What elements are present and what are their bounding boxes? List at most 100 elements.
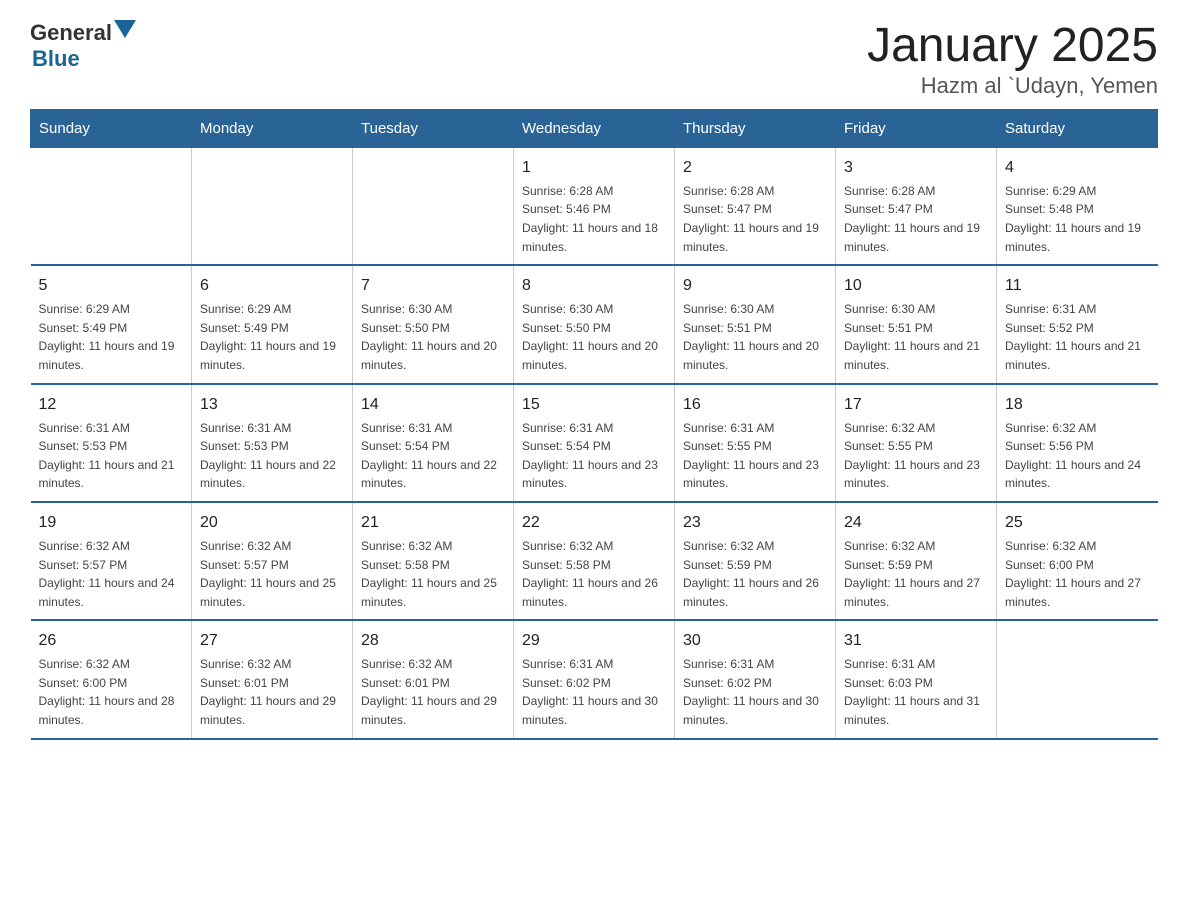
header-day-friday: Friday <box>836 109 997 147</box>
logo: General Blue <box>30 20 136 72</box>
day-info: Sunrise: 6:28 AM Sunset: 5:47 PM Dayligh… <box>844 182 988 256</box>
calendar-cell: 20Sunrise: 6:32 AM Sunset: 5:57 PM Dayli… <box>192 502 353 620</box>
day-info: Sunrise: 6:31 AM Sunset: 6:02 PM Dayligh… <box>522 655 666 729</box>
day-number: 18 <box>1005 393 1150 417</box>
calendar-cell: 15Sunrise: 6:31 AM Sunset: 5:54 PM Dayli… <box>514 384 675 502</box>
title-block: January 2025 Hazm al `Udayn, Yemen <box>867 20 1158 99</box>
calendar-cell: 2Sunrise: 6:28 AM Sunset: 5:47 PM Daylig… <box>675 147 836 265</box>
day-info: Sunrise: 6:32 AM Sunset: 6:00 PM Dayligh… <box>39 655 184 729</box>
calendar-cell: 5Sunrise: 6:29 AM Sunset: 5:49 PM Daylig… <box>31 265 192 383</box>
calendar-subtitle: Hazm al `Udayn, Yemen <box>867 73 1158 99</box>
day-info: Sunrise: 6:32 AM Sunset: 5:57 PM Dayligh… <box>39 537 184 611</box>
day-number: 12 <box>39 393 184 417</box>
day-number: 22 <box>522 511 666 535</box>
calendar-cell: 25Sunrise: 6:32 AM Sunset: 6:00 PM Dayli… <box>997 502 1158 620</box>
day-info: Sunrise: 6:31 AM Sunset: 6:03 PM Dayligh… <box>844 655 988 729</box>
header-day-wednesday: Wednesday <box>514 109 675 147</box>
day-info: Sunrise: 6:30 AM Sunset: 5:51 PM Dayligh… <box>844 300 988 374</box>
calendar-week-row: 26Sunrise: 6:32 AM Sunset: 6:00 PM Dayli… <box>31 620 1158 738</box>
day-number: 4 <box>1005 156 1150 180</box>
calendar-cell: 3Sunrise: 6:28 AM Sunset: 5:47 PM Daylig… <box>836 147 997 265</box>
day-number: 15 <box>522 393 666 417</box>
day-info: Sunrise: 6:31 AM Sunset: 6:02 PM Dayligh… <box>683 655 827 729</box>
calendar-cell: 19Sunrise: 6:32 AM Sunset: 5:57 PM Dayli… <box>31 502 192 620</box>
day-info: Sunrise: 6:30 AM Sunset: 5:50 PM Dayligh… <box>361 300 505 374</box>
day-number: 9 <box>683 274 827 298</box>
day-info: Sunrise: 6:29 AM Sunset: 5:49 PM Dayligh… <box>200 300 344 374</box>
calendar-cell: 9Sunrise: 6:30 AM Sunset: 5:51 PM Daylig… <box>675 265 836 383</box>
calendar-cell: 4Sunrise: 6:29 AM Sunset: 5:48 PM Daylig… <box>997 147 1158 265</box>
day-number: 24 <box>844 511 988 535</box>
calendar-cell <box>997 620 1158 738</box>
day-info: Sunrise: 6:32 AM Sunset: 5:59 PM Dayligh… <box>683 537 827 611</box>
calendar-cell: 8Sunrise: 6:30 AM Sunset: 5:50 PM Daylig… <box>514 265 675 383</box>
calendar-cell: 1Sunrise: 6:28 AM Sunset: 5:46 PM Daylig… <box>514 147 675 265</box>
page-header: General Blue January 2025 Hazm al `Udayn… <box>30 20 1158 99</box>
header-day-sunday: Sunday <box>31 109 192 147</box>
calendar-week-row: 19Sunrise: 6:32 AM Sunset: 5:57 PM Dayli… <box>31 502 1158 620</box>
calendar-table: SundayMondayTuesdayWednesdayThursdayFrid… <box>30 109 1158 740</box>
calendar-week-row: 12Sunrise: 6:31 AM Sunset: 5:53 PM Dayli… <box>31 384 1158 502</box>
calendar-cell: 12Sunrise: 6:31 AM Sunset: 5:53 PM Dayli… <box>31 384 192 502</box>
day-info: Sunrise: 6:31 AM Sunset: 5:54 PM Dayligh… <box>522 419 666 493</box>
calendar-week-row: 5Sunrise: 6:29 AM Sunset: 5:49 PM Daylig… <box>31 265 1158 383</box>
calendar-cell: 16Sunrise: 6:31 AM Sunset: 5:55 PM Dayli… <box>675 384 836 502</box>
day-number: 31 <box>844 629 988 653</box>
day-info: Sunrise: 6:31 AM Sunset: 5:55 PM Dayligh… <box>683 419 827 493</box>
day-number: 27 <box>200 629 344 653</box>
day-info: Sunrise: 6:32 AM Sunset: 6:01 PM Dayligh… <box>361 655 505 729</box>
logo-triangle-icon <box>114 20 136 38</box>
day-info: Sunrise: 6:30 AM Sunset: 5:51 PM Dayligh… <box>683 300 827 374</box>
day-info: Sunrise: 6:32 AM Sunset: 5:56 PM Dayligh… <box>1005 419 1150 493</box>
day-number: 13 <box>200 393 344 417</box>
day-number: 25 <box>1005 511 1150 535</box>
logo-blue-text: Blue <box>32 46 80 71</box>
day-info: Sunrise: 6:29 AM Sunset: 5:49 PM Dayligh… <box>39 300 184 374</box>
day-info: Sunrise: 6:32 AM Sunset: 5:57 PM Dayligh… <box>200 537 344 611</box>
day-number: 14 <box>361 393 505 417</box>
calendar-cell: 10Sunrise: 6:30 AM Sunset: 5:51 PM Dayli… <box>836 265 997 383</box>
day-info: Sunrise: 6:32 AM Sunset: 5:58 PM Dayligh… <box>522 537 666 611</box>
day-info: Sunrise: 6:28 AM Sunset: 5:46 PM Dayligh… <box>522 182 666 256</box>
day-number: 2 <box>683 156 827 180</box>
calendar-cell: 6Sunrise: 6:29 AM Sunset: 5:49 PM Daylig… <box>192 265 353 383</box>
day-info: Sunrise: 6:32 AM Sunset: 5:55 PM Dayligh… <box>844 419 988 493</box>
calendar-cell: 13Sunrise: 6:31 AM Sunset: 5:53 PM Dayli… <box>192 384 353 502</box>
calendar-cell <box>31 147 192 265</box>
header-day-monday: Monday <box>192 109 353 147</box>
day-info: Sunrise: 6:31 AM Sunset: 5:53 PM Dayligh… <box>200 419 344 493</box>
day-info: Sunrise: 6:29 AM Sunset: 5:48 PM Dayligh… <box>1005 182 1150 256</box>
calendar-cell: 21Sunrise: 6:32 AM Sunset: 5:58 PM Dayli… <box>353 502 514 620</box>
calendar-cell <box>192 147 353 265</box>
calendar-cell: 27Sunrise: 6:32 AM Sunset: 6:01 PM Dayli… <box>192 620 353 738</box>
day-number: 16 <box>683 393 827 417</box>
day-info: Sunrise: 6:30 AM Sunset: 5:50 PM Dayligh… <box>522 300 666 374</box>
calendar-cell: 14Sunrise: 6:31 AM Sunset: 5:54 PM Dayli… <box>353 384 514 502</box>
day-info: Sunrise: 6:32 AM Sunset: 6:00 PM Dayligh… <box>1005 537 1150 611</box>
calendar-cell: 29Sunrise: 6:31 AM Sunset: 6:02 PM Dayli… <box>514 620 675 738</box>
day-info: Sunrise: 6:31 AM Sunset: 5:52 PM Dayligh… <box>1005 300 1150 374</box>
day-info: Sunrise: 6:32 AM Sunset: 6:01 PM Dayligh… <box>200 655 344 729</box>
day-info: Sunrise: 6:28 AM Sunset: 5:47 PM Dayligh… <box>683 182 827 256</box>
calendar-cell: 30Sunrise: 6:31 AM Sunset: 6:02 PM Dayli… <box>675 620 836 738</box>
calendar-cell: 7Sunrise: 6:30 AM Sunset: 5:50 PM Daylig… <box>353 265 514 383</box>
day-number: 17 <box>844 393 988 417</box>
day-number: 3 <box>844 156 988 180</box>
calendar-cell: 18Sunrise: 6:32 AM Sunset: 5:56 PM Dayli… <box>997 384 1158 502</box>
calendar-cell: 28Sunrise: 6:32 AM Sunset: 6:01 PM Dayli… <box>353 620 514 738</box>
header-day-saturday: Saturday <box>997 109 1158 147</box>
day-info: Sunrise: 6:32 AM Sunset: 5:59 PM Dayligh… <box>844 537 988 611</box>
day-number: 11 <box>1005 274 1150 298</box>
day-number: 26 <box>39 629 184 653</box>
day-number: 5 <box>39 274 184 298</box>
day-number: 19 <box>39 511 184 535</box>
day-number: 29 <box>522 629 666 653</box>
day-number: 1 <box>522 156 666 180</box>
day-number: 30 <box>683 629 827 653</box>
calendar-cell: 17Sunrise: 6:32 AM Sunset: 5:55 PM Dayli… <box>836 384 997 502</box>
day-number: 23 <box>683 511 827 535</box>
calendar-cell <box>353 147 514 265</box>
day-number: 21 <box>361 511 505 535</box>
day-number: 20 <box>200 511 344 535</box>
day-info: Sunrise: 6:31 AM Sunset: 5:53 PM Dayligh… <box>39 419 184 493</box>
